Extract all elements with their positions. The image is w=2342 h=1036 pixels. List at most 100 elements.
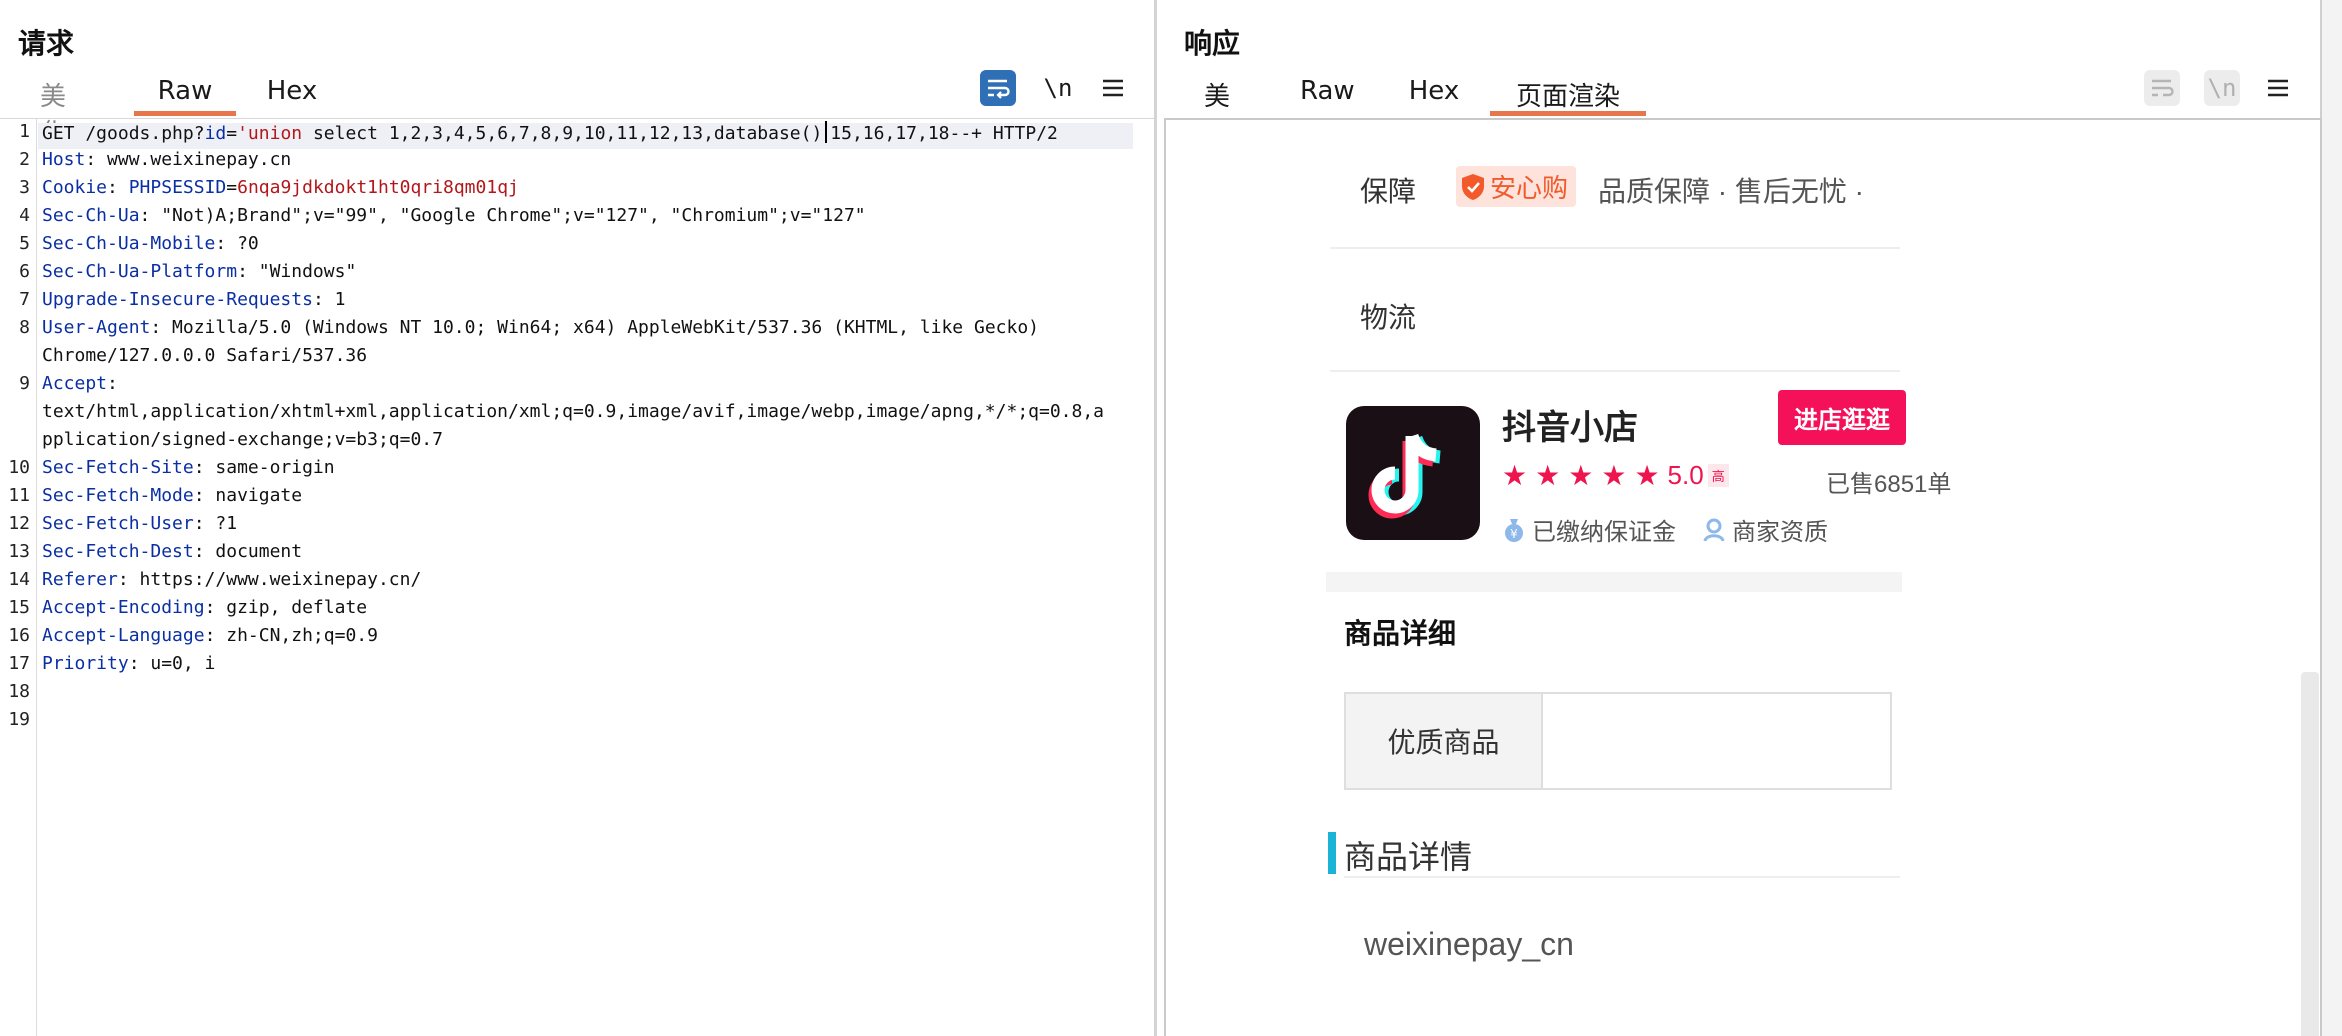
rating-value: 5.0 [1667, 460, 1704, 490]
guarantee-text: 品质保障 · 售后无忧 · [1598, 176, 1864, 207]
line-number: 8 [19, 317, 30, 338]
line-number: 14 [8, 569, 30, 590]
line-number: 10 [8, 457, 30, 478]
deposit-text: 已缴纳保证金 [1532, 519, 1676, 546]
line-number: 5 [19, 233, 30, 254]
text-caret [825, 121, 828, 143]
detail-body-text: weixinepay_cn [1364, 926, 1574, 962]
code-line: Accept: [42, 373, 118, 394]
line-number: 1 [19, 121, 30, 142]
code-line: Referer: https://www.weixinepay.cn/ [42, 569, 422, 590]
code-line: Sec-Ch-Ua-Mobile: ?0 [42, 233, 259, 254]
line-number: 7 [19, 289, 30, 310]
code-line: text/html,application/xhtml+xml,applicat… [42, 401, 1105, 422]
sold-count: 已售6851单 [1826, 471, 1952, 498]
code-line: Priority: u=0, i [42, 653, 216, 674]
line-number: 17 [8, 653, 30, 674]
guarantee-label: 保障 [1360, 176, 1417, 207]
code-line: Cookie: PHPSESSID=6nqa9jdkdokt1ht0qri8qm… [42, 177, 519, 198]
request-tab-pretty[interactable]: 美化 [28, 70, 78, 149]
douyin-logo-icon [1368, 433, 1441, 519]
code-line: Sec-Ch-Ua: "Not)A;Brand";v="99", "Google… [42, 205, 866, 226]
code-line: Chrome/127.0.0.0 Safari/537.36 [42, 345, 368, 366]
anxin-badge: 安心购 [1456, 166, 1577, 207]
detail-table-value [1543, 694, 1890, 788]
code-line: Accept-Language: zh-CN,zh;q=0.9 [42, 625, 378, 646]
response-pane: 响应 美化 Raw Hex 页面渲染 \n 保障 安心购 品质保障 · 售后无忧… [1160, 0, 2342, 1036]
detail-section-heading: 商品详情 [1344, 839, 1473, 875]
request-tab-hex[interactable]: Hex [266, 70, 318, 116]
code-line: Sec-Fetch-Mode: navigate [42, 485, 303, 506]
response-tab-hex[interactable]: Hex [1408, 70, 1460, 116]
detail-table: 优质商品 [1344, 692, 1892, 790]
shop-name: 抖音小店 [1502, 409, 1638, 447]
line-number: 16 [8, 625, 30, 646]
shop-credentials: ¥ 已缴纳保证金 商家资质 [1502, 512, 1828, 547]
section-gap [1326, 572, 1902, 592]
line-number: 4 [19, 205, 30, 226]
svg-text:¥: ¥ [1510, 527, 1518, 541]
shop-rating: ★ ★ ★ ★ ★ 5.0 高 [1502, 460, 1729, 491]
star-icon: ★ [1535, 458, 1561, 492]
line-number: 3 [19, 177, 30, 198]
section-accent-bar [1328, 832, 1336, 874]
code-line: User-Agent: Mozilla/5.0 (Windows NT 10.0… [42, 317, 1040, 338]
rendered-page: 保障 安心购 品质保障 · 售后无忧 · 物流 抖音小店 ★ ★ ★ ★ ★ 5… [1164, 118, 2322, 1036]
enter-shop-button[interactable]: 进店逛逛 [1778, 390, 1906, 445]
divider [1330, 247, 1900, 249]
merchant-text: 商家资质 [1732, 519, 1828, 546]
code-line: Accept-Encoding: gzip, deflate [42, 597, 368, 618]
request-pane: 请求 美化 Raw Hex \n 12345678910111213141516… [0, 0, 1157, 1036]
star-icon: ★ [1601, 458, 1627, 492]
line-number-gutter: 1 2 3 4 5 6 7 8 9 10 11 12 13 14 15 16 17 18 19 [0, 119, 37, 1036]
divider [1344, 876, 1900, 878]
badge-text: 安心购 [1490, 174, 1569, 204]
response-newline-button[interactable]: \n [2204, 70, 2240, 106]
logistics-label: 物流 [1360, 302, 1417, 333]
request-menu-button[interactable] [1095, 70, 1131, 106]
request-title: 请求 [18, 27, 75, 60]
line-number: 13 [8, 541, 30, 562]
wrap-icon [988, 79, 1010, 99]
line-number: 19 [8, 709, 30, 730]
wrap-icon [2152, 79, 2174, 97]
code-line: Sec-Fetch-User: ?1 [42, 513, 238, 534]
rating-tag: 高 [1707, 464, 1729, 487]
response-title: 响应 [1184, 27, 1241, 60]
code-line: Sec-Ch-Ua-Platform: "Windows" [42, 261, 357, 282]
code-line: GET /goods.php?id='union select 1,2,3,4,… [42, 121, 1058, 144]
code-line: Host: www.weixinepay.cn [42, 149, 292, 170]
detail-table-label: 优质商品 [1346, 694, 1543, 788]
line-number: 9 [19, 373, 30, 394]
response-tab-raw[interactable]: Raw [1300, 70, 1355, 116]
wrap-lines-button[interactable] [980, 70, 1016, 106]
request-editor[interactable]: 1 2 3 4 5 6 7 8 9 10 11 12 13 14 15 16 17 18 19 GET /goods… [0, 118, 1154, 1036]
shield-check-icon [1462, 173, 1484, 200]
code-line: Sec-Fetch-Dest: document [42, 541, 303, 562]
star-icon: ★ [1634, 458, 1660, 492]
merchant-person-icon [1703, 518, 1725, 542]
shop-logo[interactable] [1346, 406, 1480, 540]
code-line: Upgrade-Insecure-Requests: 1 [42, 289, 346, 310]
request-tabs: 美化 Raw Hex [28, 70, 318, 149]
money-bag-icon: ¥ [1505, 518, 1523, 542]
response-wrap-button[interactable] [2144, 70, 2180, 106]
hamburger-icon [2268, 79, 2288, 97]
request-tab-raw[interactable]: Raw [134, 70, 236, 116]
star-icon: ★ [1568, 458, 1594, 492]
response-tab-render[interactable]: 页面渲染 [1490, 70, 1646, 116]
line-number: 18 [8, 681, 30, 702]
line-number: 2 [19, 149, 30, 170]
line-number: 12 [8, 513, 30, 534]
line-number: 6 [19, 261, 30, 282]
response-tab-pretty[interactable]: 美化 [1192, 70, 1242, 149]
code-line: Sec-Fetch-Site: same-origin [42, 457, 335, 478]
pane-scrollbar[interactable] [2320, 0, 2342, 1036]
star-icon: ★ [1502, 458, 1528, 492]
line-number: 11 [8, 485, 30, 506]
newline-toggle-button[interactable]: \n [1040, 70, 1076, 106]
details-heading: 商品详细 [1344, 618, 1457, 649]
render-scrollbar-thumb[interactable] [2301, 672, 2319, 1036]
code-line: pplication/signed-exchange;v=b3;q=0.7 [42, 429, 443, 450]
response-menu-button[interactable] [2260, 70, 2296, 106]
